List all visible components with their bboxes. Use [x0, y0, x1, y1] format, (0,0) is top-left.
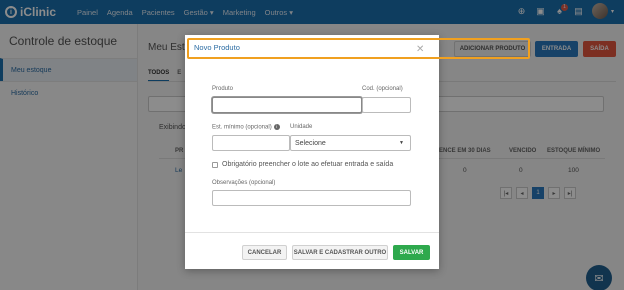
unidade-select-value: Selecione — [295, 139, 326, 147]
save-button[interactable]: SALVAR — [393, 245, 430, 260]
new-product-modal: Novo Produto ✕ Produto Cod. (opcional) E… — [185, 35, 439, 269]
est-minimo-input[interactable] — [212, 135, 290, 151]
est-minimo-label-text: Est. mínimo (opcional) — [212, 124, 272, 131]
unidade-label: Unidade — [290, 124, 313, 130]
produto-input[interactable] — [212, 97, 362, 113]
caret-down-icon: ▼ — [399, 140, 404, 146]
save-and-add-another-button[interactable]: SALVAR E CADASTRAR OUTRO — [292, 245, 388, 260]
observacoes-input[interactable] — [212, 190, 411, 206]
unidade-select[interactable]: Selecione ▼ — [290, 135, 411, 151]
cod-input[interactable] — [362, 97, 411, 113]
lote-checkbox[interactable] — [212, 162, 218, 168]
info-icon[interactable]: i — [273, 124, 280, 130]
cancel-button[interactable]: CANCELAR — [242, 245, 287, 260]
est-minimo-label: Est. mínimo (opcional) i — [212, 124, 280, 131]
produto-label: Produto — [212, 86, 234, 92]
cod-label: Cod. (opcional) — [362, 86, 403, 92]
lote-checkbox-label[interactable]: Obrigatório preencher o lote ao efetuar … — [222, 161, 393, 168]
highlight-box — [187, 38, 530, 59]
observacoes-label: Observações (opcional) — [212, 180, 276, 186]
modal-footer-divider — [185, 232, 439, 233]
